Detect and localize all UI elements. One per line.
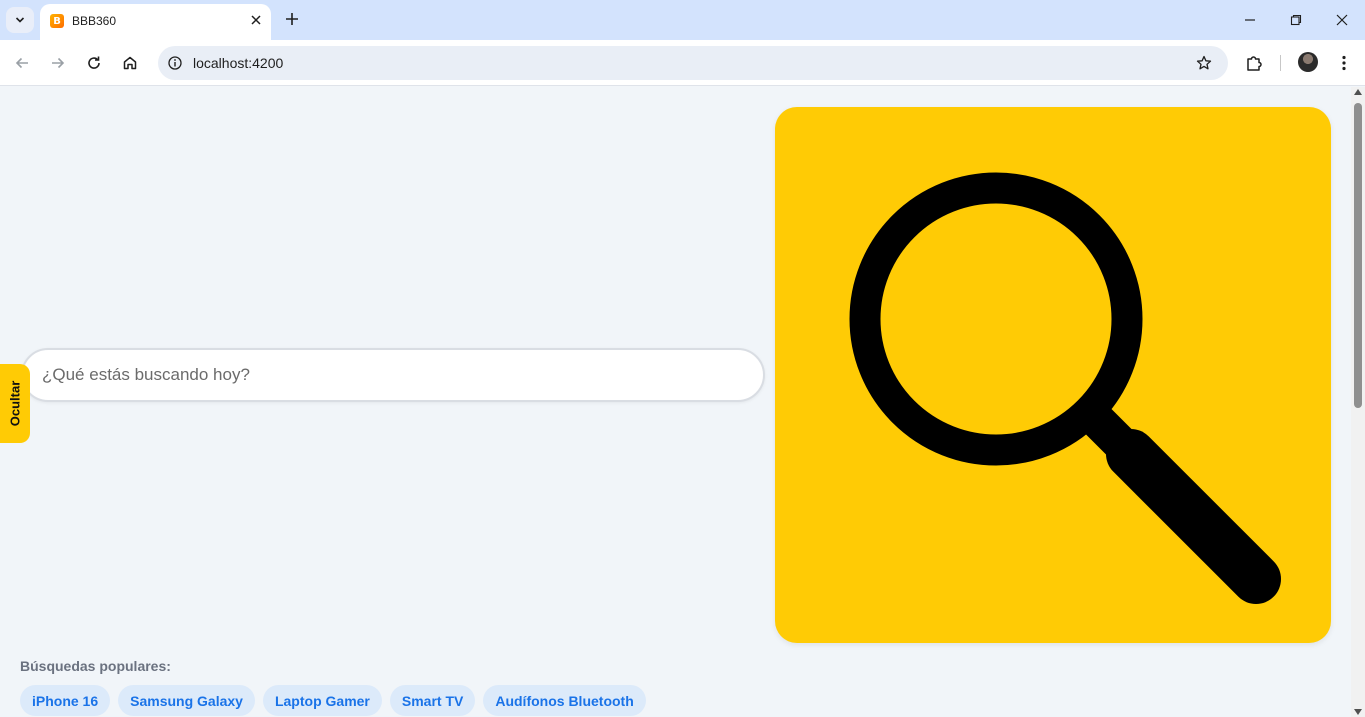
new-tab-button[interactable] xyxy=(281,8,303,30)
popular-search-chip[interactable]: iPhone 16 xyxy=(20,685,111,716)
browser-menu-button[interactable] xyxy=(1332,51,1356,75)
tab-close-button[interactable] xyxy=(247,11,265,29)
extensions-button[interactable] xyxy=(1242,51,1266,75)
puzzle-icon xyxy=(1247,56,1262,71)
close-window-button[interactable] xyxy=(1319,0,1365,40)
profile-avatar[interactable] xyxy=(1298,52,1318,72)
restore-icon xyxy=(1290,14,1302,26)
info-icon xyxy=(168,56,182,70)
bookmark-button[interactable] xyxy=(1194,53,1214,73)
forward-button[interactable] xyxy=(46,51,70,75)
chevron-down-icon xyxy=(15,17,25,23)
browser-toolbar: localhost:4200 xyxy=(0,40,1365,86)
browser-tab-strip: B BBB360 xyxy=(0,0,1365,40)
hide-panel-label: Ocultar xyxy=(7,380,23,427)
reload-button[interactable] xyxy=(82,51,106,75)
search-container xyxy=(21,348,765,402)
more-vert-icon xyxy=(1342,55,1346,71)
popular-search-chip[interactable]: Samsung Galaxy xyxy=(118,685,255,716)
url-text: localhost:4200 xyxy=(193,55,284,71)
close-icon xyxy=(1336,14,1348,26)
close-icon xyxy=(251,15,261,25)
arrow-left-icon xyxy=(15,57,28,69)
hero-panel xyxy=(775,107,1331,643)
site-info-icon[interactable] xyxy=(166,54,184,72)
back-button[interactable] xyxy=(10,51,34,75)
star-icon xyxy=(1196,55,1212,70)
restore-button[interactable] xyxy=(1273,0,1319,40)
magnifying-glass-icon xyxy=(849,172,1281,604)
tab-search-button[interactable] xyxy=(6,7,34,33)
address-bar[interactable]: localhost:4200 xyxy=(158,46,1228,80)
scroll-down-arrow-icon[interactable] xyxy=(1354,709,1362,715)
popular-searches-list: iPhone 16 Samsung Galaxy Laptop Gamer Sm… xyxy=(20,685,646,716)
popular-search-chip[interactable]: Smart TV xyxy=(389,685,476,716)
scrollbar-thumb[interactable] xyxy=(1354,103,1362,408)
toolbar-divider xyxy=(1280,55,1281,71)
search-input[interactable] xyxy=(42,363,732,387)
hide-panel-button[interactable]: Ocultar xyxy=(0,364,30,443)
popular-search-chip[interactable]: Audífonos Bluetooth xyxy=(483,685,646,716)
popular-search-chip[interactable]: Laptop Gamer xyxy=(262,685,382,716)
page-viewport: Ocultar Búsquedas populares: iPhone 16 S… xyxy=(0,87,1351,717)
arrow-right-icon xyxy=(52,57,65,69)
browser-tab-active[interactable]: B BBB360 xyxy=(40,4,271,40)
page-scrollbar[interactable] xyxy=(1351,87,1365,717)
reload-icon xyxy=(88,56,100,69)
tab-title: BBB360 xyxy=(72,14,117,28)
favicon-icon: B xyxy=(50,14,64,28)
minimize-icon xyxy=(1245,19,1255,21)
home-icon xyxy=(123,56,137,70)
plus-icon xyxy=(286,13,298,25)
scroll-up-arrow-icon[interactable] xyxy=(1354,89,1362,95)
home-button[interactable] xyxy=(118,51,142,75)
minimize-button[interactable] xyxy=(1227,0,1273,40)
popular-searches-label: Búsquedas populares: xyxy=(20,658,171,674)
